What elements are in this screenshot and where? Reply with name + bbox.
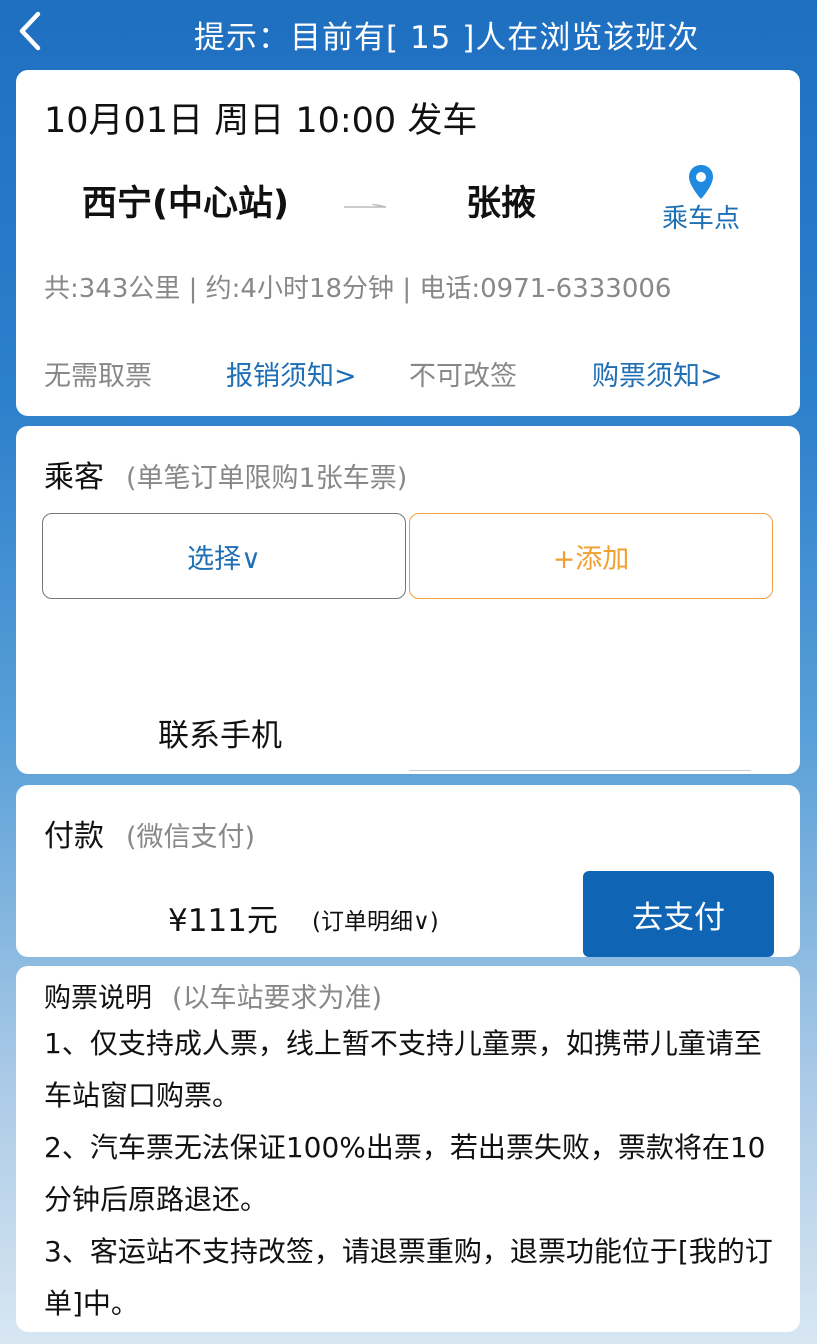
payment-title: 付款 [44, 819, 104, 854]
payment-section-title: 付款 (微信支付) [44, 811, 255, 855]
no-pickup-tag: 无需取票 [44, 361, 152, 392]
destination-station: 张掖 [466, 184, 537, 224]
add-passenger-button[interactable]: +添加 [409, 513, 773, 599]
contact-phone-input[interactable] [409, 688, 751, 771]
total-price: ¥111元 [168, 903, 278, 939]
origin-station: 西宁(中心站) [82, 184, 289, 224]
departure-time: 10月01日 周日 10:00 发车 [44, 101, 478, 141]
route-arrow-icon [344, 204, 386, 208]
pickup-point-button[interactable]: 乘车点 [656, 164, 746, 234]
purchase-notice-link[interactable]: 购票须知> [592, 354, 723, 393]
reimbursement-notice-link[interactable]: 报销须知> [226, 354, 357, 393]
note-item: 2、汽车票无法保证100%出票，若出票失败，票款将在10分钟后原路退还。 [44, 1131, 766, 1216]
no-change-tag: 不可改签 [409, 361, 517, 392]
passenger-title: 乘客 [44, 460, 104, 495]
note-item: 1、仅支持成人票，线上暂不支持儿童票，如携带儿童请至车站窗口购票。 [44, 1027, 762, 1112]
trip-card: 10月01日 周日 10:00 发车 西宁(中心站) 张掖 乘车点 共:343公… [16, 70, 800, 416]
notes-subtitle: (以车站要求为准) [172, 983, 383, 1014]
pay-button[interactable]: 去支付 [583, 871, 774, 957]
payment-card: 付款 (微信支付) ¥111元 (订单明细∨) 去支付 [16, 785, 800, 957]
contact-phone-label: 联系手机 [158, 718, 282, 754]
passenger-section-title: 乘客 (单笔订单限购1张车票) [44, 452, 407, 496]
notes-list: 1、仅支持成人票，线上暂不支持儿童票，如携带儿童请至车站窗口购票。 2、汽车票无… [44, 1018, 784, 1330]
notes-title: 购票说明 [44, 983, 152, 1014]
passenger-card: 乘客 (单笔订单限购1张车票) 选择∨ +添加 联系手机 [16, 426, 800, 774]
chevron-left-icon[interactable] [14, 10, 44, 52]
notes-section-title: 购票说明 (以车站要求为准) [44, 976, 382, 1015]
note-item: 3、客运站不支持改签，请退票重购，退票功能位于[我的订单]中。 [44, 1235, 773, 1320]
payment-method: (微信支付) [126, 822, 256, 853]
purchase-notes-card: 购票说明 (以车站要求为准) 1、仅支持成人票，线上暂不支持儿童票，如携带儿童请至… [16, 966, 800, 1332]
select-passenger-button[interactable]: 选择∨ [42, 513, 406, 599]
pickup-point-label: 乘车点 [661, 204, 740, 234]
location-pin-icon [689, 165, 713, 199]
order-detail-toggle[interactable]: (订单明细∨) [312, 902, 439, 936]
passenger-limit-note: (单笔订单限购1张车票) [126, 463, 408, 494]
top-bar: 提示：目前有[ 15 ]人在浏览该班次 [0, 0, 817, 64]
browsing-notice: 提示：目前有[ 15 ]人在浏览该班次 [194, 20, 700, 56]
trip-info: 共:343公里 | 约:4小时18分钟 | 电话:0971-6333006 [44, 274, 672, 304]
